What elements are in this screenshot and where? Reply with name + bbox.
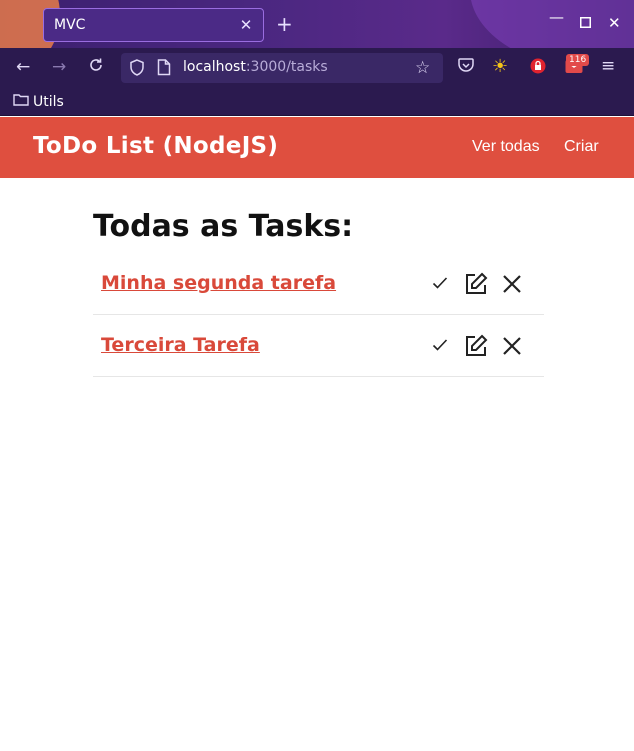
new-tab-icon[interactable]: + [276, 13, 293, 35]
task-row: Minha segunda tarefa [93, 253, 544, 315]
bookmark-star-icon[interactable]: ☆ [415, 58, 430, 78]
bookmark-label: Utils [33, 93, 64, 110]
app-brand[interactable]: ToDo List (NodeJS) [33, 133, 278, 159]
bookmark-folder-utils[interactable]: Utils [13, 93, 64, 110]
delete-x-icon[interactable] [501, 273, 523, 299]
delete-x-icon[interactable] [501, 335, 523, 361]
task-link[interactable]: Terceira Tarefa [101, 334, 260, 356]
bookmarks-bar: Utils [0, 88, 634, 116]
folder-icon [13, 93, 29, 110]
complete-check-icon[interactable] [432, 275, 448, 294]
notification-badge: 116 [566, 54, 590, 66]
tab-title: MVC [54, 17, 86, 33]
pocket-icon[interactable] [458, 58, 474, 77]
nav-link-all[interactable]: Ver todas [472, 138, 540, 156]
page-title: Todas as Tasks: [93, 209, 354, 244]
nav-link-create[interactable]: Criar [564, 138, 599, 156]
browser-toolbar: ← → localhost:3000/tasks ☆ ☀ ≡ [0, 48, 634, 88]
sun-extension-icon[interactable]: ☀ [492, 56, 508, 77]
minimize-icon[interactable]: — [549, 8, 564, 26]
edit-icon[interactable] [464, 272, 488, 300]
app-header: ToDo List (NodeJS) Ver todas Criar [0, 117, 634, 178]
address-bar[interactable]: localhost:3000/tasks ☆ [121, 53, 443, 83]
lock-extension-icon[interactable] [530, 58, 546, 78]
hamburger-menu-icon[interactable]: ≡ [601, 56, 615, 76]
task-list: Minha segunda tarefa Terceira Tarefa [93, 253, 544, 377]
browser-titlebar: MVC ✕ + — ✕ [0, 0, 634, 48]
forward-arrow-icon[interactable]: → [52, 57, 66, 77]
complete-check-icon[interactable] [432, 337, 448, 356]
edit-icon[interactable] [464, 334, 488, 362]
back-arrow-icon[interactable]: ← [16, 57, 30, 77]
reload-icon[interactable] [88, 57, 104, 78]
task-link[interactable]: Minha segunda tarefa [101, 272, 336, 294]
page-info-icon[interactable] [157, 59, 171, 80]
task-row: Terceira Tarefa [93, 315, 544, 377]
url-text: localhost:3000/tasks [183, 59, 328, 75]
browser-tab[interactable]: MVC ✕ [43, 8, 264, 42]
tab-close-icon[interactable]: ✕ [239, 16, 253, 34]
tracking-shield-icon[interactable] [129, 59, 145, 80]
window-close-icon[interactable]: ✕ [608, 14, 621, 32]
url-host: localhost [183, 59, 246, 75]
url-path: :3000/tasks [245, 59, 328, 75]
maximize-icon[interactable] [580, 14, 591, 32]
